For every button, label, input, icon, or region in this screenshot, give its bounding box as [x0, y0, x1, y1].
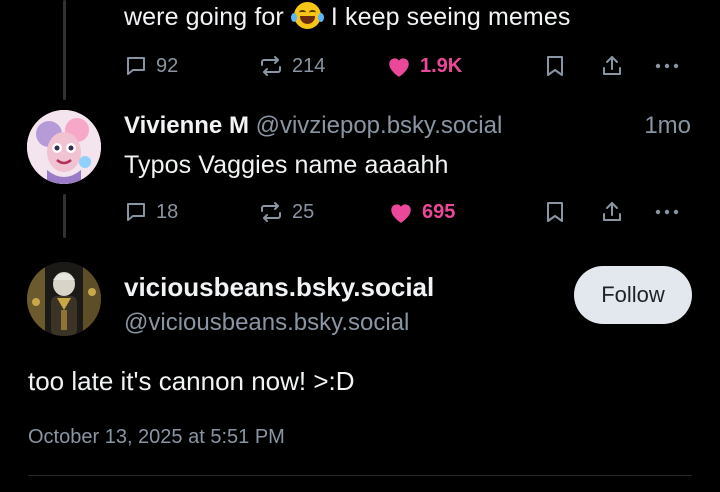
- like-button[interactable]: 1.9K: [386, 52, 462, 80]
- reply-count: 92: [156, 54, 179, 77]
- divider: [28, 475, 692, 476]
- more-options-button[interactable]: [654, 198, 680, 226]
- thread-line-bottom: [63, 194, 66, 238]
- avatar[interactable]: [27, 110, 101, 184]
- like-button[interactable]: 695: [388, 198, 455, 226]
- more-options-button[interactable]: [654, 52, 680, 80]
- heart-filled-icon: [391, 204, 411, 223]
- heart-filled-icon: [389, 58, 409, 77]
- previous-post-text-after: I keep seeing memes: [330, 3, 571, 31]
- more-dots-icon: [655, 209, 679, 215]
- post-time[interactable]: 1mo: [644, 112, 691, 140]
- reply-post-actions: 18 25 695: [124, 198, 684, 226]
- repost-icon: [261, 202, 281, 222]
- reply-icon: [127, 57, 145, 75]
- previous-post-text-before: were going for: [124, 3, 284, 31]
- post-timestamp[interactable]: October 13, 2025 at 5:51 PM: [28, 426, 285, 449]
- share-button[interactable]: [600, 198, 624, 226]
- reply-post-text: Typos Vaggies name aaaahh: [124, 151, 449, 179]
- avatar[interactable]: [27, 262, 101, 336]
- repost-count: 214: [292, 54, 326, 77]
- main-display-name[interactable]: viciousbeans.bsky.social: [124, 272, 434, 303]
- repost-button[interactable]: 214: [258, 52, 325, 80]
- reply-icon: [127, 203, 145, 221]
- main-handle[interactable]: @viciousbeans.bsky.social: [124, 309, 409, 337]
- reply-author-line: Vivienne M @vivziepop.bsky.social: [124, 112, 502, 140]
- face-with-tears-of-joy-icon: [290, 2, 324, 29]
- bookmark-button[interactable]: [545, 198, 565, 226]
- more-dots-icon: [655, 63, 679, 69]
- previous-post-actions: 92 214 1.9K: [124, 52, 684, 80]
- repost-count: 25: [292, 200, 315, 223]
- repost-button[interactable]: 25: [258, 198, 314, 226]
- like-count: 1.9K: [420, 54, 463, 77]
- thread-line-top: [63, 0, 66, 100]
- main-post-text: too late it's cannon now! >:D: [28, 366, 355, 396]
- repost-icon: [261, 56, 281, 76]
- reply-count: 18: [156, 200, 179, 223]
- share-icon: [603, 202, 621, 221]
- follow-button[interactable]: Follow: [574, 266, 692, 324]
- share-button[interactable]: [600, 52, 624, 80]
- bookmark-icon: [547, 202, 563, 222]
- bookmark-icon: [547, 56, 563, 76]
- previous-post-text: were going for I keep seeing memes: [124, 2, 570, 32]
- bookmark-button[interactable]: [545, 52, 565, 80]
- display-name[interactable]: Vivienne M: [124, 112, 249, 139]
- reply-button[interactable]: 92: [124, 52, 178, 80]
- like-count: 695: [422, 200, 456, 223]
- reply-button[interactable]: 18: [124, 198, 178, 226]
- share-icon: [603, 56, 621, 75]
- handle[interactable]: @vivziepop.bsky.social: [256, 112, 503, 139]
